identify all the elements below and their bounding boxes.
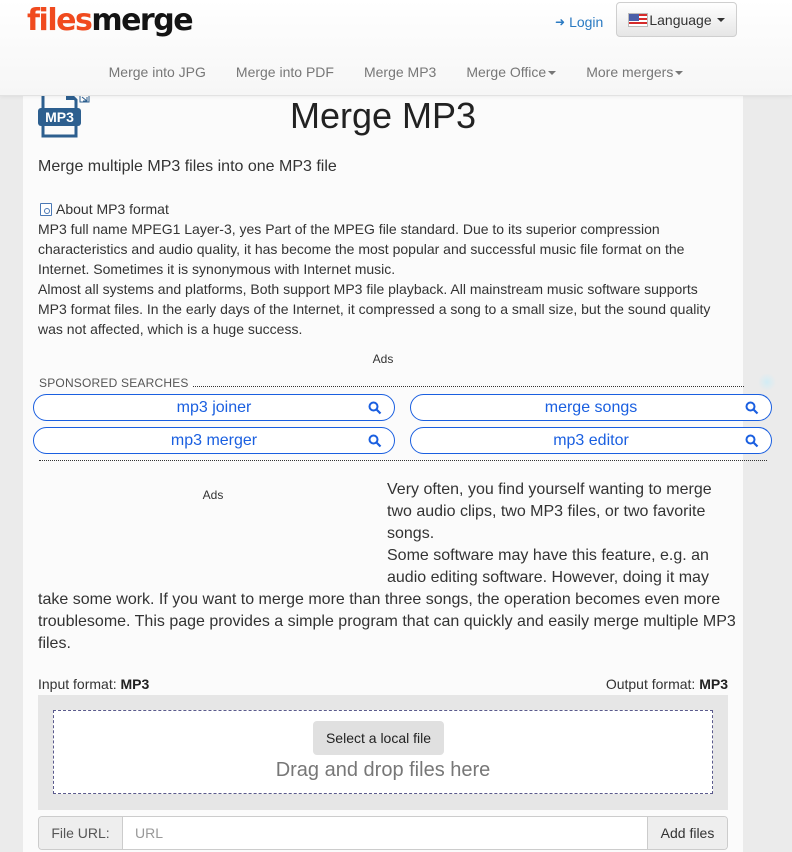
page-subtitle: Merge multiple MP3 files into one MP3 fi…: [38, 158, 337, 175]
page-title: Merge MP3: [289, 95, 477, 136]
site-logo[interactable]: filesmerge: [27, 3, 194, 39]
ad-slot: [38, 479, 387, 589]
language-label: Language: [649, 11, 712, 28]
sponsored-searches-header: SPONSORED SEARCHES: [39, 375, 744, 390]
search-icon: [745, 434, 759, 448]
file-url-label: File URL:: [39, 817, 123, 849]
nav-merge-office-dropdown[interactable]: Merge Office: [451, 60, 571, 84]
select-local-file-button[interactable]: Select a local file: [313, 721, 444, 755]
nav-label: Merge into JPG: [108, 64, 206, 80]
sponsored-search-mp3-joiner[interactable]: mp3 joiner: [33, 394, 395, 421]
sponsored-searches-label: SPONSORED SEARCHES: [39, 375, 189, 390]
caret-down-icon: [675, 71, 684, 76]
format-row: Input format: MP3 Output format: MP3: [38, 676, 728, 692]
about-paragraph: Almost all systems and platforms, Both s…: [38, 281, 711, 337]
about-paragraph: MP3 full name MPEG1 Layer-3, yes Part of…: [38, 221, 685, 277]
logo-text-merge: merge: [91, 3, 193, 38]
nav-merge-mp3[interactable]: Merge MP3: [349, 60, 451, 84]
file-url-input[interactable]: [123, 817, 647, 849]
sponsored-search-label: mp3 joiner: [176, 398, 252, 416]
upload-area: Select a local file Drag and drop files …: [38, 695, 728, 810]
input-format-label: Input format:: [38, 676, 117, 692]
nav-merge-into-pdf[interactable]: Merge into PDF: [221, 60, 349, 84]
about-description: MP3 full name MPEG1 Layer-3, yes Part of…: [38, 219, 728, 339]
ads-label: Ads: [372, 352, 394, 366]
sponsored-search-label: merge songs: [544, 398, 638, 416]
file-url-group: File URL: Add files: [38, 816, 728, 850]
background-ad-artifact: [757, 374, 777, 390]
logo-text-files: files: [27, 3, 93, 38]
search-icon: [745, 401, 759, 415]
sponsored-search-mp3-merger[interactable]: mp3 merger: [33, 427, 395, 454]
caret-down-icon: [716, 17, 725, 22]
sponsored-search-merge-songs[interactable]: merge songs: [410, 394, 772, 421]
input-format: Input format: MP3: [38, 676, 149, 692]
output-format-label: Output format:: [605, 676, 696, 692]
nav-merge-into-jpg[interactable]: Merge into JPG: [94, 60, 221, 84]
main-nav: Merge into JPG Merge into PDF Merge MP3 …: [0, 60, 792, 84]
sponsored-search-label: mp3 merger: [170, 431, 258, 449]
language-dropdown-button[interactable]: Language: [616, 2, 737, 37]
nav-label: Merge into PDF: [235, 64, 334, 80]
nav-label: Merge MP3: [363, 64, 437, 80]
login-link[interactable]: ➜ Login: [555, 12, 603, 32]
intro-text: Very often, you find yourself wanting to…: [38, 479, 738, 655]
add-files-button[interactable]: Add files: [647, 817, 727, 849]
dotted-divider: [39, 460, 767, 461]
sign-in-icon: ➜: [555, 15, 566, 29]
sponsored-search-mp3-editor[interactable]: mp3 editor: [410, 427, 772, 454]
nav-label: Merge Office: [466, 64, 547, 80]
drag-drop-hint: Drag and drop files here: [275, 759, 491, 781]
nav-more-mergers-dropdown[interactable]: More mergers: [571, 60, 698, 84]
search-icon: [368, 434, 382, 448]
output-format-value: MP3: [699, 676, 728, 692]
sponsored-search-label: mp3 editor: [553, 431, 629, 449]
input-format-value: MP3: [120, 676, 150, 692]
drag-drop-zone[interactable]: Select a local file Drag and drop files …: [53, 710, 713, 794]
audio-file-icon: [40, 202, 52, 216]
about-heading-label: About MP3 format: [56, 201, 169, 217]
search-icon: [368, 401, 382, 415]
output-format: Output format: MP3: [606, 676, 728, 692]
caret-down-icon: [548, 71, 557, 76]
login-label: Login: [569, 14, 604, 30]
top-navbar: filesmerge ➜ Login Language Merge into J…: [0, 0, 792, 96]
main-container: MP3 Merge MP3 Merge multiple MP3 files i…: [23, 94, 772, 852]
us-flag-icon: [628, 12, 649, 27]
about-heading: About MP3 format: [40, 201, 169, 217]
dotted-divider: [192, 379, 744, 387]
nav-label: More mergers: [586, 64, 674, 80]
